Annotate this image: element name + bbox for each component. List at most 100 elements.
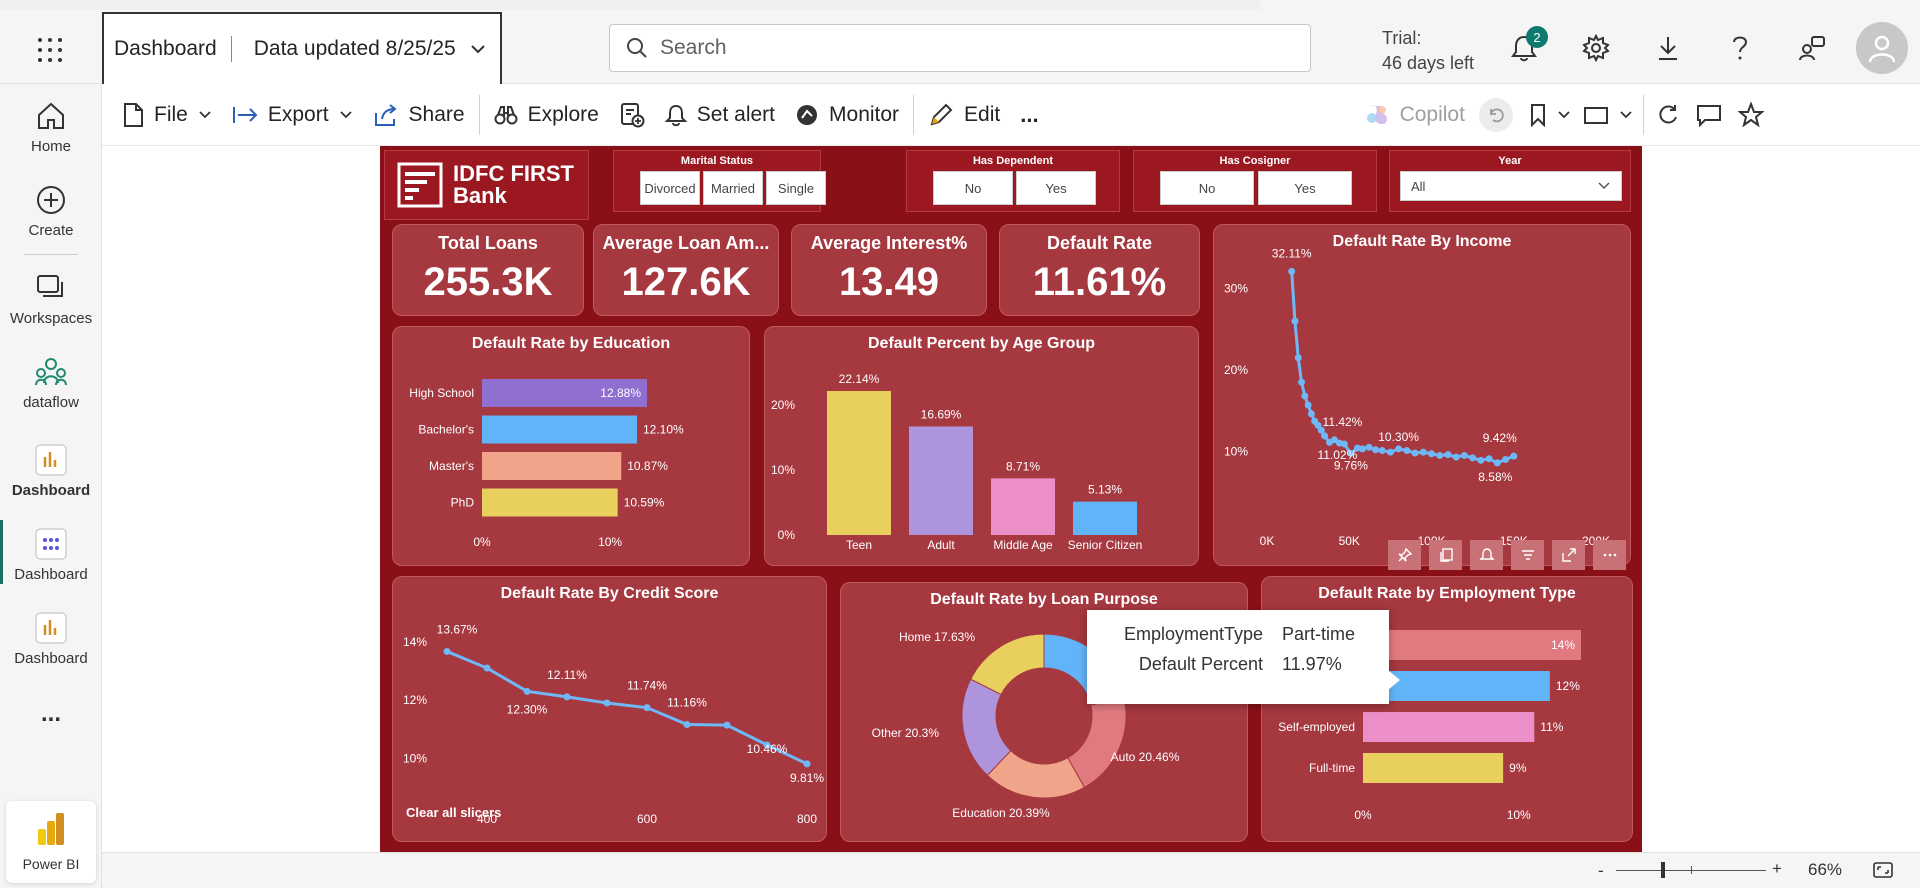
monitor-label: Monitor: [829, 102, 900, 126]
data-label: 12.11%: [547, 668, 587, 682]
clear-all-slicers-button[interactable]: Clear all slicers: [406, 805, 501, 820]
zoom-in-button[interactable]: +: [1772, 859, 1782, 879]
nav-item-home[interactable]: Home: [0, 98, 102, 155]
user-avatar[interactable]: [1856, 22, 1908, 74]
visual-more-options-button[interactable]: [1593, 540, 1626, 570]
more-options-button[interactable]: ...: [1010, 95, 1048, 135]
data-label: 12.30%: [507, 702, 548, 716]
chevron-down-icon: [199, 110, 211, 118]
data-point: [1304, 401, 1312, 409]
zoom-level: 66%: [1808, 860, 1843, 879]
data-label: 14%: [1551, 638, 1575, 652]
view-button[interactable]: [1577, 95, 1639, 135]
slice-label: Auto 20.46%: [1111, 750, 1180, 764]
slicer-title: Has Cosigner: [1219, 155, 1291, 167]
zoom-slider-thumb[interactable]: [1661, 862, 1665, 878]
reset-icon: [1478, 97, 1513, 132]
fit-to-page-icon[interactable]: [1872, 861, 1894, 879]
add-to-report-button[interactable]: [609, 95, 655, 135]
bar: [991, 478, 1055, 535]
alert-visual-button[interactable]: [1470, 540, 1503, 570]
bookmark-button[interactable]: [1523, 95, 1577, 135]
feedback-button[interactable]: [1792, 28, 1832, 68]
nav-item-create[interactable]: Create: [0, 182, 102, 239]
focus-mode-button[interactable]: [1552, 540, 1585, 570]
copilot-button[interactable]: Copilot: [1354, 95, 1475, 135]
y-tick-label: 0%: [778, 528, 796, 542]
edit-button[interactable]: Edit: [918, 95, 1010, 135]
file-menu-button[interactable]: File: [112, 95, 222, 135]
year-dropdown[interactable]: All: [1400, 171, 1622, 201]
tooltip-value-2: 11.97%: [1282, 654, 1342, 674]
refresh-button[interactable]: [1648, 95, 1688, 135]
nav-item-dashboard-1[interactable]: Dashboard: [0, 442, 102, 499]
nav-item-dashboard-3[interactable]: Dashboard: [0, 610, 102, 667]
set-alert-label: Set alert: [696, 102, 776, 126]
slicer-option-yes[interactable]: Yes: [1258, 171, 1352, 205]
nav-item-dataflow[interactable]: dataflow: [0, 354, 102, 411]
x-tick-label: 10%: [1507, 808, 1531, 822]
chart-credit-score[interactable]: Default Rate By Credit Score 10% 12% 14% 40…: [392, 576, 827, 842]
chart-age-group[interactable]: Default Percent by Age Group 0% 10% 20% 22.…: [764, 326, 1199, 566]
slicer-option-divorced[interactable]: Divorced: [640, 171, 700, 205]
nav-item-workspaces[interactable]: Workspaces: [0, 270, 102, 327]
slicer-option-no[interactable]: No: [933, 171, 1013, 205]
slicer-option-married[interactable]: Married: [703, 171, 763, 205]
feedback-icon: [1799, 36, 1825, 61]
comments-button[interactable]: [1688, 95, 1730, 135]
data-point: [1298, 378, 1306, 386]
explore-button[interactable]: Explore: [484, 95, 609, 135]
nav-label-dashboard-3: Dashboard: [14, 650, 88, 667]
y-tick-label: 30%: [1224, 282, 1248, 296]
pencil-icon: [930, 103, 953, 125]
powerbi-switcher[interactable]: Power BI: [6, 801, 96, 883]
filter-visual-button[interactable]: [1511, 540, 1544, 570]
dashboard-header-dropdown[interactable]: Dashboard Data updated 8/25/25: [102, 12, 502, 84]
data-point: [1485, 455, 1493, 463]
slicer-option-single[interactable]: Single: [766, 171, 826, 205]
kpi-title: Average Interest%: [810, 233, 968, 253]
data-point: [1444, 451, 1452, 459]
monitor-icon: [797, 104, 818, 125]
kpi-card-average-loan-amount: Average Loan Am... 127.6K: [593, 224, 779, 316]
tooltip-key-2: Default Percent: [1138, 654, 1263, 674]
nav-item-dashboard-2[interactable]: Dashboard: [0, 526, 102, 583]
data-label: 10.59%: [624, 496, 665, 510]
slicer-marital-status: Marital Status Divorced Married Single: [613, 150, 826, 212]
chart-education[interactable]: Default Rate by Education 0% 10% High Scho…: [392, 326, 750, 566]
slicer-option-yes[interactable]: Yes: [1016, 171, 1096, 205]
slicer-option-no[interactable]: No: [1160, 171, 1254, 205]
export-icon: [232, 106, 258, 123]
nav-more-button[interactable]: ...: [0, 700, 102, 728]
help-button[interactable]: [1720, 28, 1760, 68]
app-launcher-icon[interactable]: [30, 32, 70, 64]
slicer-has-dependent: Has Dependent No Yes: [906, 150, 1120, 212]
zoom-out-button[interactable]: -: [1598, 861, 1604, 881]
data-point: [1460, 451, 1468, 459]
filter-icon: [1521, 550, 1534, 560]
search-input[interactable]: Search: [609, 24, 1311, 72]
monitor-button[interactable]: Monitor: [785, 95, 909, 135]
export-menu-button[interactable]: Export: [222, 95, 363, 135]
bar: [909, 426, 973, 535]
favorite-button[interactable]: [1730, 95, 1772, 135]
workspaces-icon: [37, 275, 63, 297]
download-button[interactable]: [1648, 28, 1688, 68]
share-button[interactable]: Share: [363, 95, 475, 135]
data-label: 22.14%: [839, 372, 880, 386]
set-alert-button[interactable]: Set alert: [655, 95, 785, 135]
copy-visual-button[interactable]: [1429, 540, 1462, 570]
data-label: 5.13%: [1088, 483, 1122, 497]
plus-circle-icon: [37, 186, 65, 214]
chart-income[interactable]: Default Rate By Income 10%20%30%0K50K100…: [1213, 224, 1631, 566]
data-label: 9.76%: [1334, 458, 1368, 472]
tooltip-pointer: [1388, 670, 1400, 690]
settings-button[interactable]: [1576, 28, 1616, 68]
visual-header-toolbar: [1388, 540, 1631, 572]
notification-count-badge: 2: [1526, 26, 1548, 48]
divider: [913, 94, 915, 135]
kpi-value: 11.61%: [1032, 260, 1167, 304]
reset-button[interactable]: [1475, 95, 1517, 135]
file-icon: [124, 102, 143, 127]
pin-visual-button[interactable]: [1388, 540, 1421, 570]
